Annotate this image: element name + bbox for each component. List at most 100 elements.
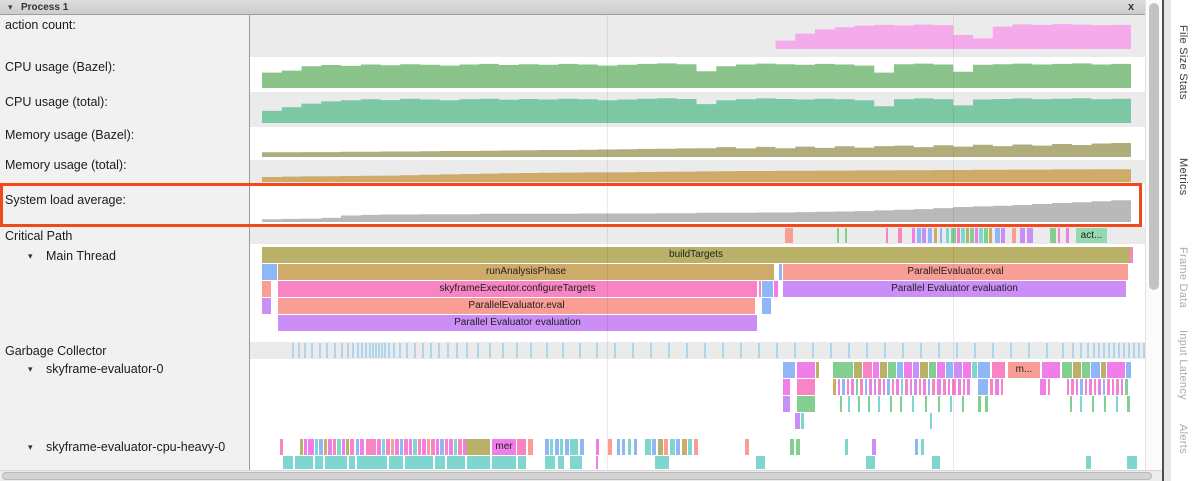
trace-slice[interactable] xyxy=(1048,379,1050,395)
gc-event-tick[interactable] xyxy=(319,343,321,358)
trace-slice[interactable] xyxy=(1042,362,1060,378)
trace-slice[interactable] xyxy=(992,362,1005,378)
gc-event-tick[interactable] xyxy=(704,343,706,358)
gc-event-tick[interactable] xyxy=(848,343,850,358)
trace-slice[interactable] xyxy=(878,379,881,395)
trace-slice[interactable] xyxy=(1070,396,1072,412)
trace-slice[interactable] xyxy=(447,456,465,469)
trace-slice[interactable] xyxy=(934,228,937,243)
trace-slice[interactable] xyxy=(921,439,924,455)
gc-event-tick[interactable] xyxy=(1010,343,1012,358)
gc-event-tick[interactable] xyxy=(632,343,634,358)
trace-slice-labeled[interactable]: act... xyxy=(1076,228,1107,243)
trace-slice[interactable] xyxy=(978,362,990,378)
trace-slice[interactable] xyxy=(467,456,490,469)
trace-slice[interactable] xyxy=(405,456,433,469)
trace-slice-labeled[interactable]: Parallel Evaluator evaluation xyxy=(278,315,757,331)
trace-slice[interactable] xyxy=(756,456,765,469)
trace-slice[interactable] xyxy=(1116,396,1118,412)
trace-slice[interactable] xyxy=(762,281,773,297)
trace-slice[interactable] xyxy=(745,439,749,455)
trace-slice[interactable] xyxy=(262,298,271,314)
trace-slice[interactable] xyxy=(858,396,860,412)
trace-slice[interactable] xyxy=(634,439,637,455)
gc-event-tick[interactable] xyxy=(546,343,548,358)
trace-slice[interactable] xyxy=(1076,379,1078,395)
trace-slice[interactable] xyxy=(928,379,930,395)
trace-slice[interactable] xyxy=(1001,228,1005,243)
trace-slice[interactable] xyxy=(915,439,918,455)
gc-event-tick[interactable] xyxy=(326,343,328,358)
gc-event-tick[interactable] xyxy=(562,343,564,358)
trace-slice[interactable] xyxy=(920,362,928,378)
gc-event-tick[interactable] xyxy=(884,343,886,358)
trace-slice[interactable] xyxy=(887,379,890,395)
gc-event-tick[interactable] xyxy=(292,343,294,358)
gc-event-tick[interactable] xyxy=(579,343,581,358)
trace-slice[interactable] xyxy=(783,362,795,378)
gc-event-tick[interactable] xyxy=(369,343,371,358)
trace-slice[interactable] xyxy=(1001,379,1003,395)
trace-slice[interactable] xyxy=(796,439,800,455)
trace-slice[interactable] xyxy=(985,396,988,412)
sidebar-tab-frame-data[interactable]: Frame Data xyxy=(1177,247,1189,308)
trace-slice[interactable] xyxy=(350,439,354,455)
gc-event-tick[interactable] xyxy=(974,343,976,358)
trace-slice[interactable] xyxy=(283,456,293,469)
slice-track-skyframe-evaluator-0[interactable]: m... xyxy=(250,359,1145,436)
gc-event-tick[interactable] xyxy=(596,343,598,358)
trace-slice[interactable] xyxy=(1092,396,1094,412)
trace-slice[interactable] xyxy=(963,379,965,395)
trace-slice[interactable] xyxy=(1127,396,1130,412)
trace-slice[interactable] xyxy=(342,439,345,455)
gc-event-tick[interactable] xyxy=(456,343,458,358)
trace-slice[interactable] xyxy=(1127,456,1137,469)
trace-slice[interactable] xyxy=(886,228,888,243)
trace-slice[interactable] xyxy=(990,379,993,395)
gc-event-tick[interactable] xyxy=(722,343,724,358)
trace-slice[interactable] xyxy=(970,228,974,243)
trace-slice[interactable] xyxy=(1058,228,1060,243)
vertical-scrollbar-thumb[interactable] xyxy=(1149,3,1159,290)
trace-slice[interactable] xyxy=(555,439,559,455)
trace-slice[interactable] xyxy=(937,379,941,395)
trace-slice[interactable] xyxy=(664,439,668,455)
trace-slice[interactable] xyxy=(860,379,863,395)
trace-slice[interactable] xyxy=(404,439,408,455)
trace-slice[interactable] xyxy=(262,281,271,297)
trace-slice[interactable] xyxy=(962,396,964,412)
trace-slice[interactable] xyxy=(863,362,872,378)
trace-slice[interactable] xyxy=(946,362,953,378)
gc-event-tick[interactable] xyxy=(502,343,504,358)
trace-slice[interactable] xyxy=(449,439,453,455)
trace-slice[interactable] xyxy=(319,439,323,455)
gc-event-tick[interactable] xyxy=(992,343,994,358)
trace-slice[interactable] xyxy=(930,413,932,429)
trace-slice[interactable] xyxy=(1080,379,1083,395)
trace-slice[interactable] xyxy=(395,439,399,455)
trace-slice[interactable] xyxy=(570,439,578,455)
gc-event-tick[interactable] xyxy=(298,343,300,358)
gc-event-tick[interactable] xyxy=(1128,343,1130,358)
trace-slice[interactable] xyxy=(386,439,390,455)
trace-slice[interactable] xyxy=(518,456,526,469)
trace-slice[interactable] xyxy=(958,379,961,395)
trace-slice[interactable] xyxy=(874,379,876,395)
gc-event-tick[interactable] xyxy=(414,343,416,358)
trace-slice[interactable] xyxy=(389,456,403,469)
gc-event-tick[interactable] xyxy=(1093,343,1095,358)
gc-event-tick[interactable] xyxy=(361,343,363,358)
counter-track-mem-total[interactable] xyxy=(250,160,1145,184)
horizontal-scrollbar-thumb[interactable] xyxy=(2,472,1152,480)
trace-slice[interactable] xyxy=(840,396,842,412)
trace-slice[interactable] xyxy=(688,439,692,455)
trace-slice[interactable] xyxy=(337,439,341,455)
trace-slice[interactable] xyxy=(466,439,490,455)
gc-event-tick[interactable] xyxy=(365,343,367,358)
trace-slice[interactable] xyxy=(783,396,790,412)
trace-slice[interactable] xyxy=(596,439,599,455)
trace-slice[interactable] xyxy=(1130,247,1133,263)
trace-slice[interactable] xyxy=(1121,379,1123,395)
trace-slice[interactable] xyxy=(943,379,946,395)
trace-slice[interactable] xyxy=(492,456,516,469)
